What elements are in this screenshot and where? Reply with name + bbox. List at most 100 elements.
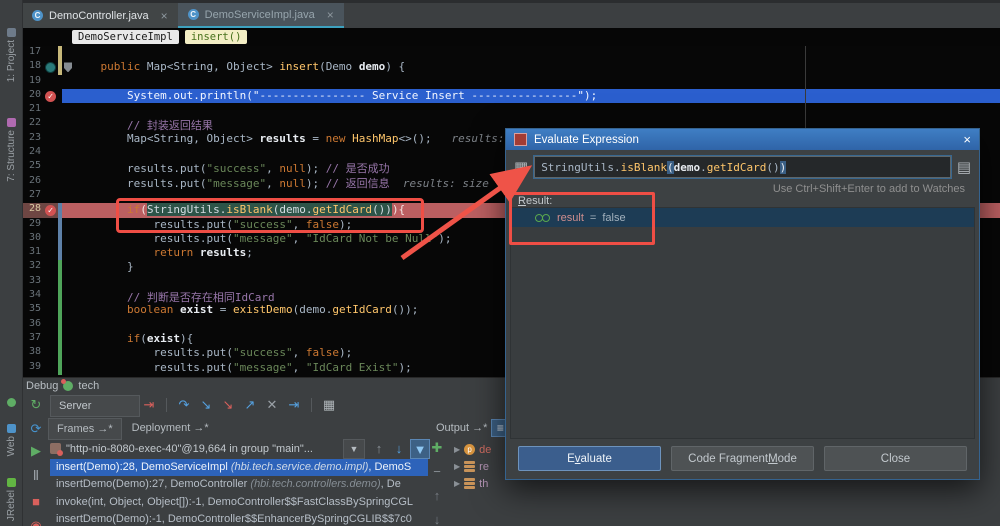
force-step-into-icon[interactable]: ↘	[219, 396, 237, 414]
code-line-18: 18 public Map<String, Object> insert(Dem…	[22, 60, 1000, 74]
tab-label: DemoServiceImpl.java	[205, 9, 315, 21]
debug-session-label: tech	[78, 380, 99, 392]
project-icon	[7, 28, 16, 37]
result-name: result	[557, 212, 584, 224]
stack-frame-row[interactable]: insertDemo(Demo):27, DemoController (hbi…	[50, 476, 428, 493]
code-line-17: 17	[22, 46, 1000, 60]
jrebel-icon	[7, 478, 16, 487]
tab-output[interactable]: Output →* ≡	[436, 418, 509, 438]
stack-frame-row[interactable]: insert(Demo):28, DemoServiceImpl (hbi.te…	[50, 459, 428, 476]
debug-session-toolbar: ▶ Ⅱ ■ ◉	[27, 442, 45, 526]
prev-frame-icon[interactable]: ↑	[370, 439, 388, 457]
sidebar-item-project[interactable]: 1: Project	[0, 28, 22, 82]
step-over-icon[interactable]: ↷	[175, 396, 193, 414]
pause-icon[interactable]: Ⅱ	[27, 467, 45, 485]
variable-label: de	[479, 444, 491, 456]
sidebar-item-structure[interactable]: 7: Structure	[0, 118, 22, 182]
expand-arrow-icon[interactable]: ▶	[454, 445, 460, 454]
breakpoint-icon[interactable]: ✓	[45, 91, 56, 102]
scroll-down-icon[interactable]: ↓	[428, 510, 446, 526]
drop-frame-icon[interactable]: ✕	[263, 396, 281, 414]
frames-scroll-strip: − ↑ ↓	[428, 462, 446, 526]
object-icon	[464, 461, 475, 472]
show-execution-point-icon[interactable]: ⇥	[140, 396, 158, 414]
bug-icon	[63, 381, 73, 391]
web-icon	[7, 424, 16, 433]
debug-step-toolbar: ⇥↷↘↘↗✕⇥▦	[140, 396, 338, 414]
sidebar-item-web[interactable]: Web	[0, 424, 22, 456]
tool-window-label: Web	[6, 436, 17, 456]
step-out-icon[interactable]: ↗	[241, 396, 259, 414]
thread-dropdown[interactable]: ▼	[343, 439, 365, 459]
code-line-20: 20✓ System.out.println("----------------…	[22, 89, 1000, 103]
run-to-cursor-icon[interactable]: ⇥	[285, 396, 303, 414]
watches-hint: Use Ctrl+Shift+Enter to add to Watches	[773, 183, 965, 195]
tool-window-label: 1: Project	[6, 40, 17, 82]
result-label: Result:	[518, 195, 552, 207]
breadcrumb-class[interactable]: DemoServiceImpl	[72, 30, 179, 44]
resume-icon[interactable]: ▶	[27, 442, 45, 460]
update-application-icon[interactable]: ⟳	[27, 420, 45, 438]
collapse-icon[interactable]: −	[428, 462, 446, 480]
expand-arrow-icon[interactable]: ▶	[454, 479, 460, 488]
tool-window-label: 7: Structure	[6, 130, 17, 182]
tab-label: DemoController.java	[49, 10, 149, 22]
breakpoint-icon[interactable]: ✓	[45, 205, 56, 216]
variable-label: re	[479, 461, 489, 473]
rerun-icon[interactable]: ↻	[27, 396, 45, 414]
dialog-title: Evaluate Expression	[534, 134, 639, 146]
next-frame-icon[interactable]: ↓	[390, 439, 408, 457]
output-tab-label: Output →*	[436, 422, 487, 434]
evaluate-expression-icon[interactable]: ▦	[320, 396, 338, 414]
tool-window-label: JRebel	[6, 490, 17, 521]
structure-icon	[7, 118, 16, 127]
evaluate-button[interactable]: Evaluate	[518, 446, 661, 471]
class-icon: C	[32, 10, 43, 21]
thread-selector[interactable]: "http-nio-8080-exec-40"@19,664 in group …	[50, 439, 342, 458]
debug-icon	[7, 398, 16, 407]
close-icon[interactable]: ×	[327, 8, 334, 22]
tab-demoserviceimpl[interactable]: C DemoServiceImpl.java ×	[178, 3, 344, 28]
close-icon[interactable]: ×	[161, 9, 168, 23]
close-button[interactable]: Close	[824, 446, 967, 471]
bookmark-flag-icon	[64, 62, 72, 72]
object-icon	[464, 478, 475, 489]
stack-frame-row[interactable]: invoke(int, Object, Object[]):-1, DemoCo…	[50, 494, 428, 511]
evaluate-dialog-icon	[514, 133, 527, 146]
class-icon: C	[188, 9, 199, 20]
expression-input[interactable]: StringUtils.isBlank(demo.getIdCard())	[534, 156, 951, 178]
filter-icon[interactable]: ▼	[410, 439, 430, 459]
scroll-up-icon[interactable]: ↑	[428, 486, 446, 504]
stack-frame-row[interactable]: insertDemo(Demo):-1, DemoController$$Enh…	[50, 511, 428, 526]
left-tool-strip: 1: Project 7: Structure Web JRebel	[0, 0, 23, 526]
debug-tool-icon[interactable]	[0, 398, 22, 407]
tab-server[interactable]: Server	[50, 395, 140, 417]
add-watch-icon[interactable]: ✚	[428, 439, 446, 457]
tab-deployment[interactable]: Deployment →*	[124, 418, 217, 438]
debug-view-tabs: Frames →* Deployment →*	[48, 418, 217, 438]
expand-arrow-icon[interactable]: ▶	[454, 462, 460, 471]
tab-democontroller[interactable]: C DemoController.java ×	[22, 3, 178, 28]
result-row[interactable]: result = false	[511, 208, 974, 227]
code-line-19: 19	[22, 75, 1000, 89]
close-icon[interactable]: ×	[963, 132, 971, 147]
breadcrumb-method[interactable]: insert()	[185, 30, 248, 44]
step-into-icon[interactable]: ↘	[197, 396, 215, 414]
result-equals: =	[590, 212, 596, 224]
frames-toolbar: ↑↓▼	[370, 439, 430, 459]
expression-input-row: ▦ StringUtils.isBlank(demo.getIdCard()) …	[514, 156, 971, 178]
stop-icon[interactable]: ■	[27, 492, 45, 510]
variable-label: th	[479, 478, 488, 490]
dialog-title-bar[interactable]: Evaluate Expression ×	[506, 129, 979, 150]
code-fragment-mode-button[interactable]: Code Fragment Mode	[671, 446, 814, 471]
history-icon[interactable]: ▤	[957, 158, 971, 176]
breadcrumb: DemoServiceImpl insert()	[22, 28, 1000, 46]
calculator-icon: ▦	[514, 158, 528, 176]
tab-frames[interactable]: Frames →*	[48, 418, 122, 440]
code-line-21: 21	[22, 103, 1000, 117]
debug-tab-label[interactable]: Debug	[26, 380, 58, 392]
mute-breakpoints-icon[interactable]: ◉	[27, 517, 45, 526]
stack-frames-list: insert(Demo):28, DemoServiceImpl (hbi.te…	[50, 459, 428, 526]
sidebar-item-jrebel[interactable]: JRebel	[0, 478, 22, 521]
gutter-marker-icon[interactable]	[45, 62, 56, 73]
